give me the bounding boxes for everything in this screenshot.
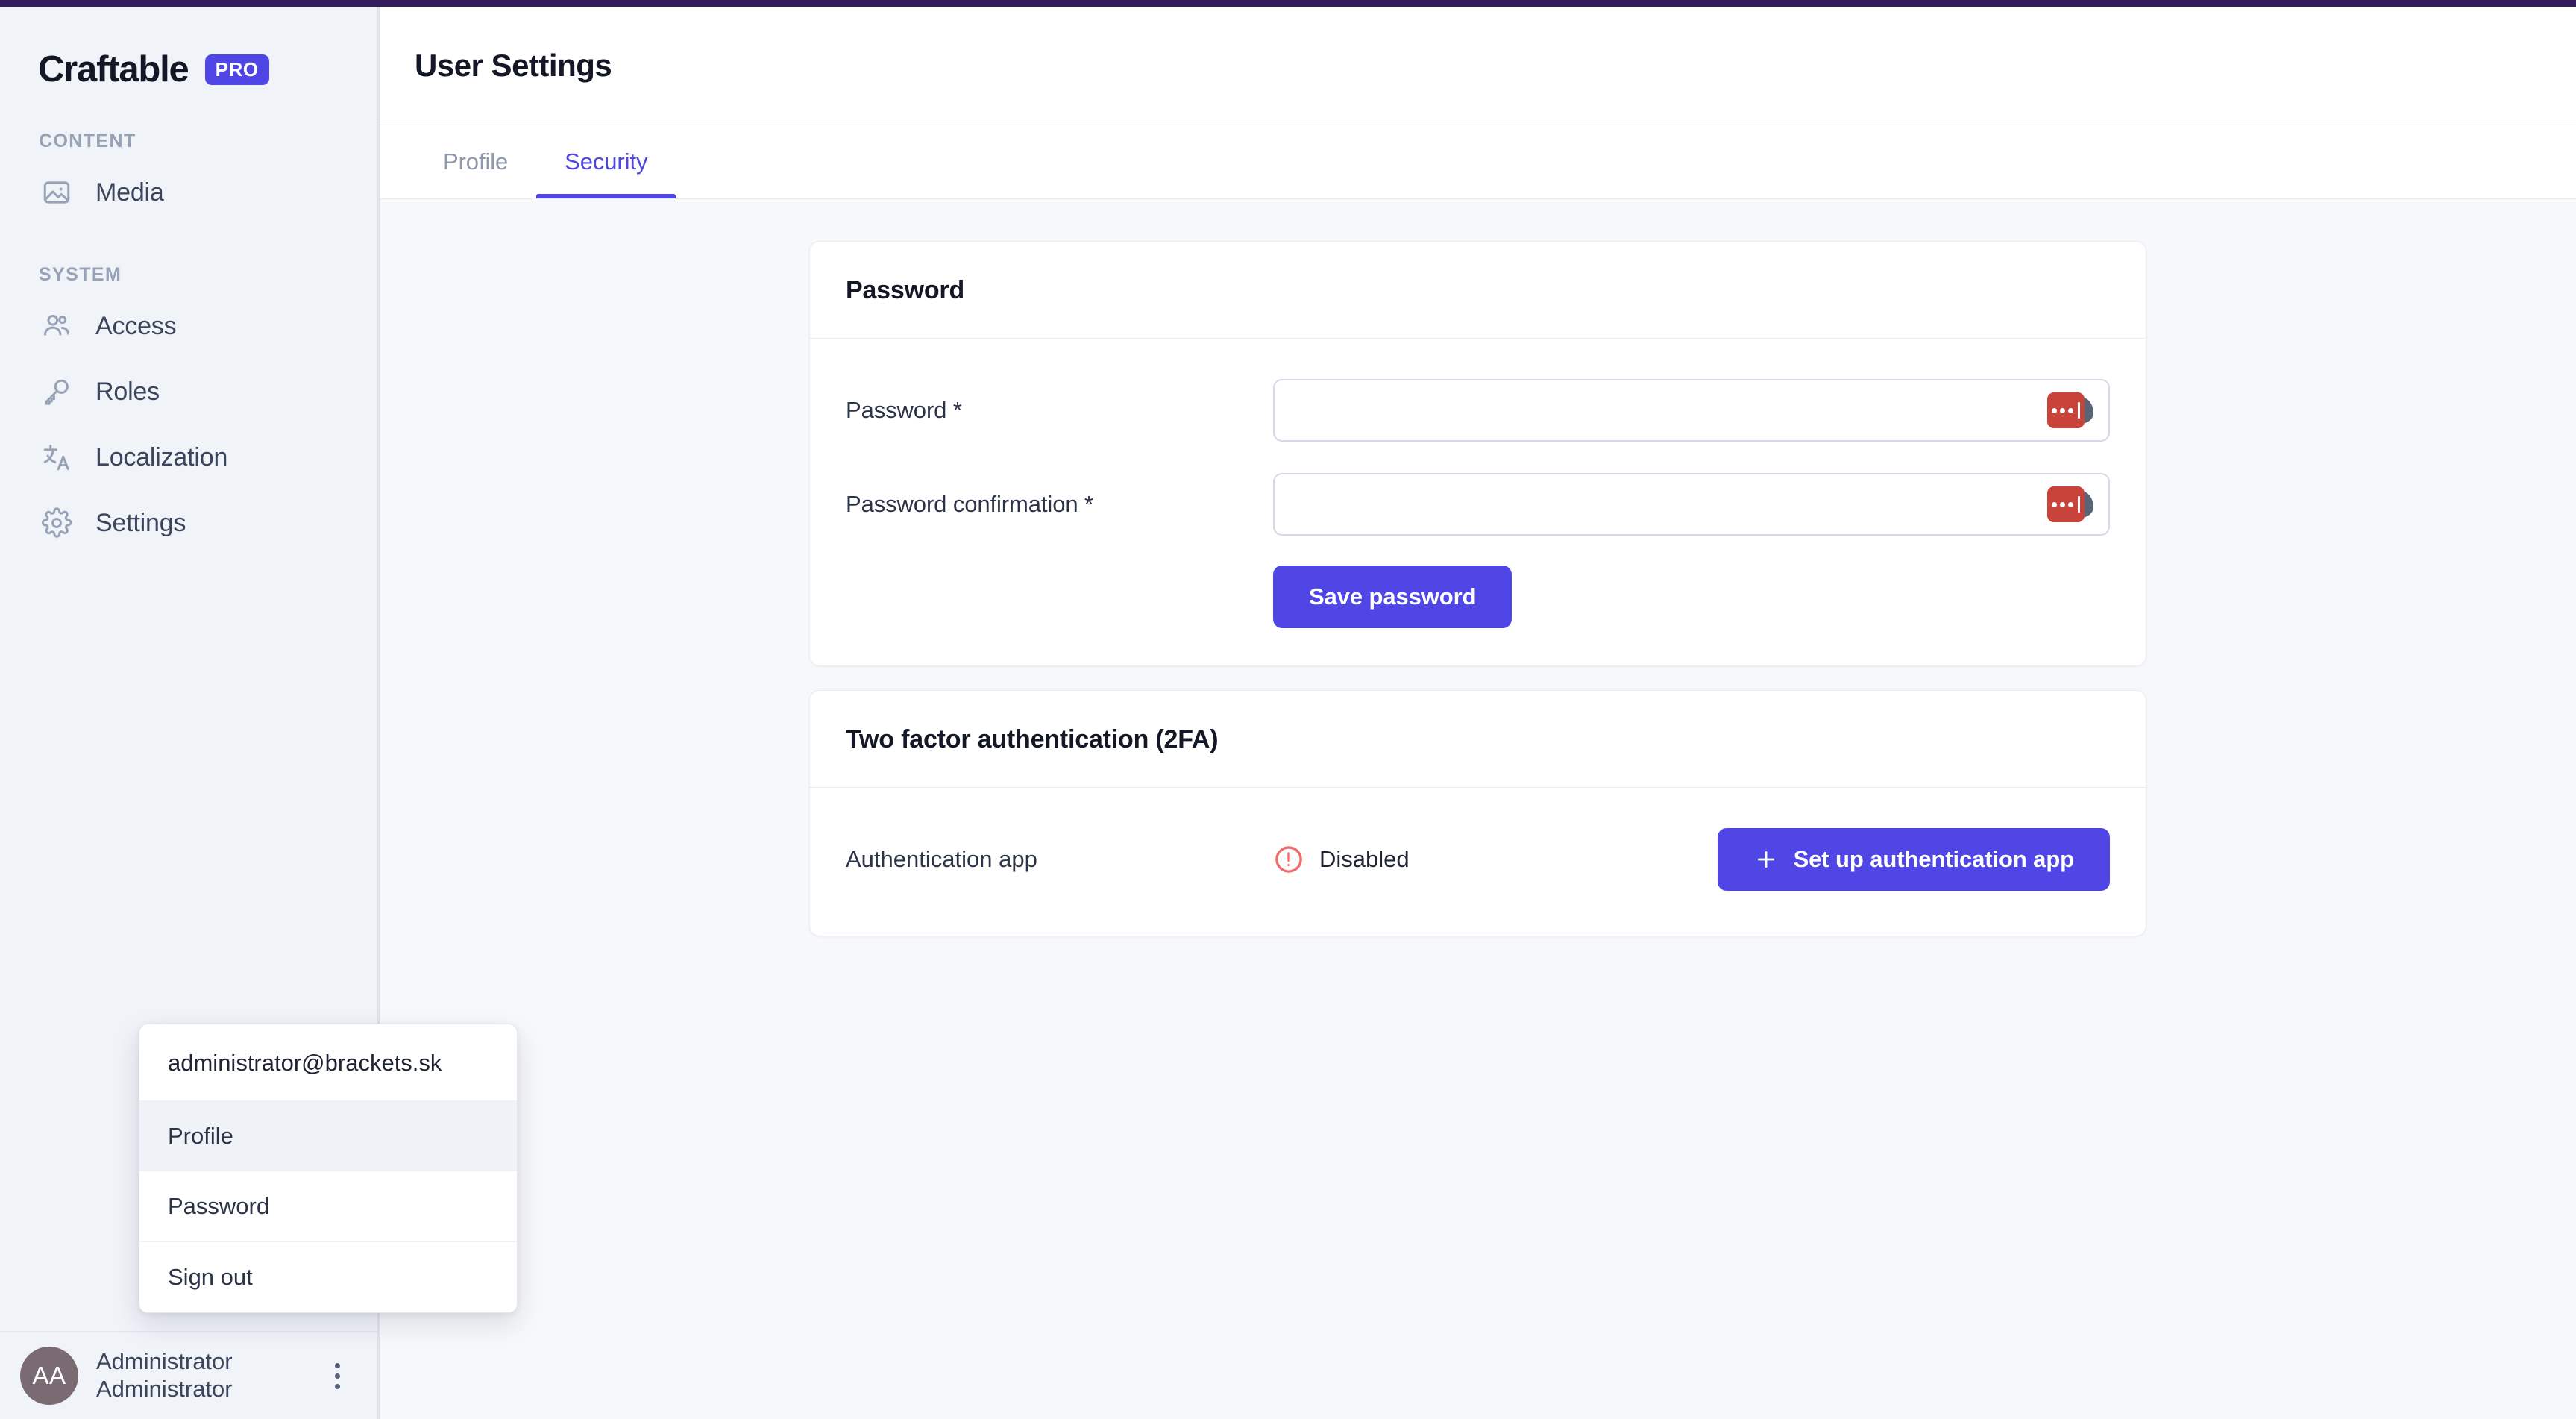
two-factor-card-title: Two factor authentication (2FA) — [846, 725, 1219, 754]
sidebar-item-media[interactable]: Media — [0, 160, 377, 225]
tab-security[interactable]: Security — [536, 125, 676, 198]
sidebar-item-label: Access — [95, 311, 177, 340]
sidebar-item-roles[interactable]: Roles — [0, 359, 377, 425]
password-card-header: Password — [810, 242, 2146, 339]
password-card-title: Password — [846, 276, 965, 304]
password-confirmation-field-wrap — [1273, 473, 2110, 536]
app-shell: Craftable PRO CONTENT Media SYSTEM Acces… — [0, 7, 2576, 1419]
password-confirmation-input[interactable] — [1273, 473, 2110, 536]
password-form-actions: Save password — [846, 566, 2110, 628]
password-field-wrap — [1273, 379, 2110, 442]
password-input[interactable] — [1273, 379, 2110, 442]
password-field-row: Password * — [846, 372, 2110, 449]
tabs-bar: Profile Security — [380, 125, 2576, 199]
page-header: User Settings — [380, 7, 2576, 125]
gear-icon — [40, 506, 74, 540]
status-badge: Disabled — [1273, 844, 1718, 875]
user-menu-item-password[interactable]: Password — [139, 1171, 517, 1241]
brand-name: Craftable — [38, 49, 189, 90]
password-confirmation-field-row: Password confirmation * — [846, 466, 2110, 543]
users-icon — [40, 309, 74, 343]
password-label: Password * — [846, 397, 962, 423]
top-accent-strip — [0, 0, 2576, 7]
password-card-body: Password * Password confirmation * Save … — [810, 339, 2146, 665]
plus-icon — [1753, 847, 1779, 872]
nav-section-label-content: CONTENT — [39, 131, 136, 151]
nav-section-label-system: SYSTEM — [39, 264, 122, 285]
authentication-app-label: Authentication app — [846, 846, 1037, 872]
brand[interactable]: Craftable PRO — [0, 7, 377, 96]
sidebar: Craftable PRO CONTENT Media SYSTEM Acces… — [0, 7, 518, 1419]
setup-authentication-app-label: Set up authentication app — [1793, 846, 2075, 872]
user-menu-item-profile[interactable]: Profile — [139, 1101, 517, 1171]
password-manager-icon[interactable] — [2047, 390, 2093, 430]
user-last-name: Administrator — [96, 1376, 233, 1402]
translate-icon — [40, 440, 74, 474]
user-dropdown-menu: administrator@brackets.sk Profile Passwo… — [139, 1024, 518, 1313]
sidebar-item-settings[interactable]: Settings — [0, 490, 377, 556]
sidebar-item-label: Localization — [95, 442, 228, 472]
sidebar-user-footer[interactable]: AA Administrator Administrator — [0, 1331, 377, 1419]
avatar: AA — [20, 1347, 78, 1405]
authentication-app-row: Authentication app Disabled Set up authe… — [846, 821, 2110, 898]
two-factor-card: Two factor authentication (2FA) Authenti… — [809, 690, 2146, 936]
tab-profile[interactable]: Profile — [415, 125, 536, 198]
setup-authentication-app-button[interactable]: Set up authentication app — [1717, 828, 2110, 891]
user-menu-item-sign-out[interactable]: Sign out — [139, 1242, 517, 1312]
user-first-name: Administrator — [96, 1348, 233, 1375]
key-icon — [40, 375, 74, 409]
save-password-button[interactable]: Save password — [1273, 566, 1512, 628]
user-name-block: Administrator Administrator — [96, 1348, 304, 1403]
sidebar-item-label: Media — [95, 178, 164, 207]
brand-pro-badge: PRO — [204, 54, 269, 85]
sidebar-item-label: Roles — [95, 377, 160, 406]
user-dropdown-email: administrator@brackets.sk — [139, 1024, 517, 1101]
nav-section-content: CONTENT Media — [0, 131, 377, 225]
image-icon — [40, 175, 74, 210]
password-card: Password Password * Password confirmatio… — [809, 241, 2146, 666]
sidebar-item-localization[interactable]: Localization — [0, 425, 377, 490]
nav-section-system: SYSTEM Access Roles Localization Setting… — [0, 264, 377, 556]
status-text: Disabled — [1319, 846, 1410, 872]
kebab-icon[interactable] — [322, 1356, 352, 1395]
main-content: User Settings Profile Security Password … — [380, 7, 2576, 1419]
page-title: User Settings — [415, 48, 612, 83]
password-confirmation-label: Password confirmation * — [846, 491, 1093, 517]
sidebar-item-access[interactable]: Access — [0, 293, 377, 359]
content-area: Password Password * Password confirmatio… — [380, 199, 2576, 1419]
two-factor-card-header: Two factor authentication (2FA) — [810, 691, 2146, 788]
two-factor-card-body: Authentication app Disabled Set up authe… — [810, 788, 2146, 936]
two-factor-action: Set up authentication app — [1717, 828, 2110, 891]
sidebar-item-label: Settings — [95, 508, 186, 537]
password-manager-icon[interactable] — [2047, 484, 2093, 524]
alert-circle-icon — [1273, 844, 1304, 875]
